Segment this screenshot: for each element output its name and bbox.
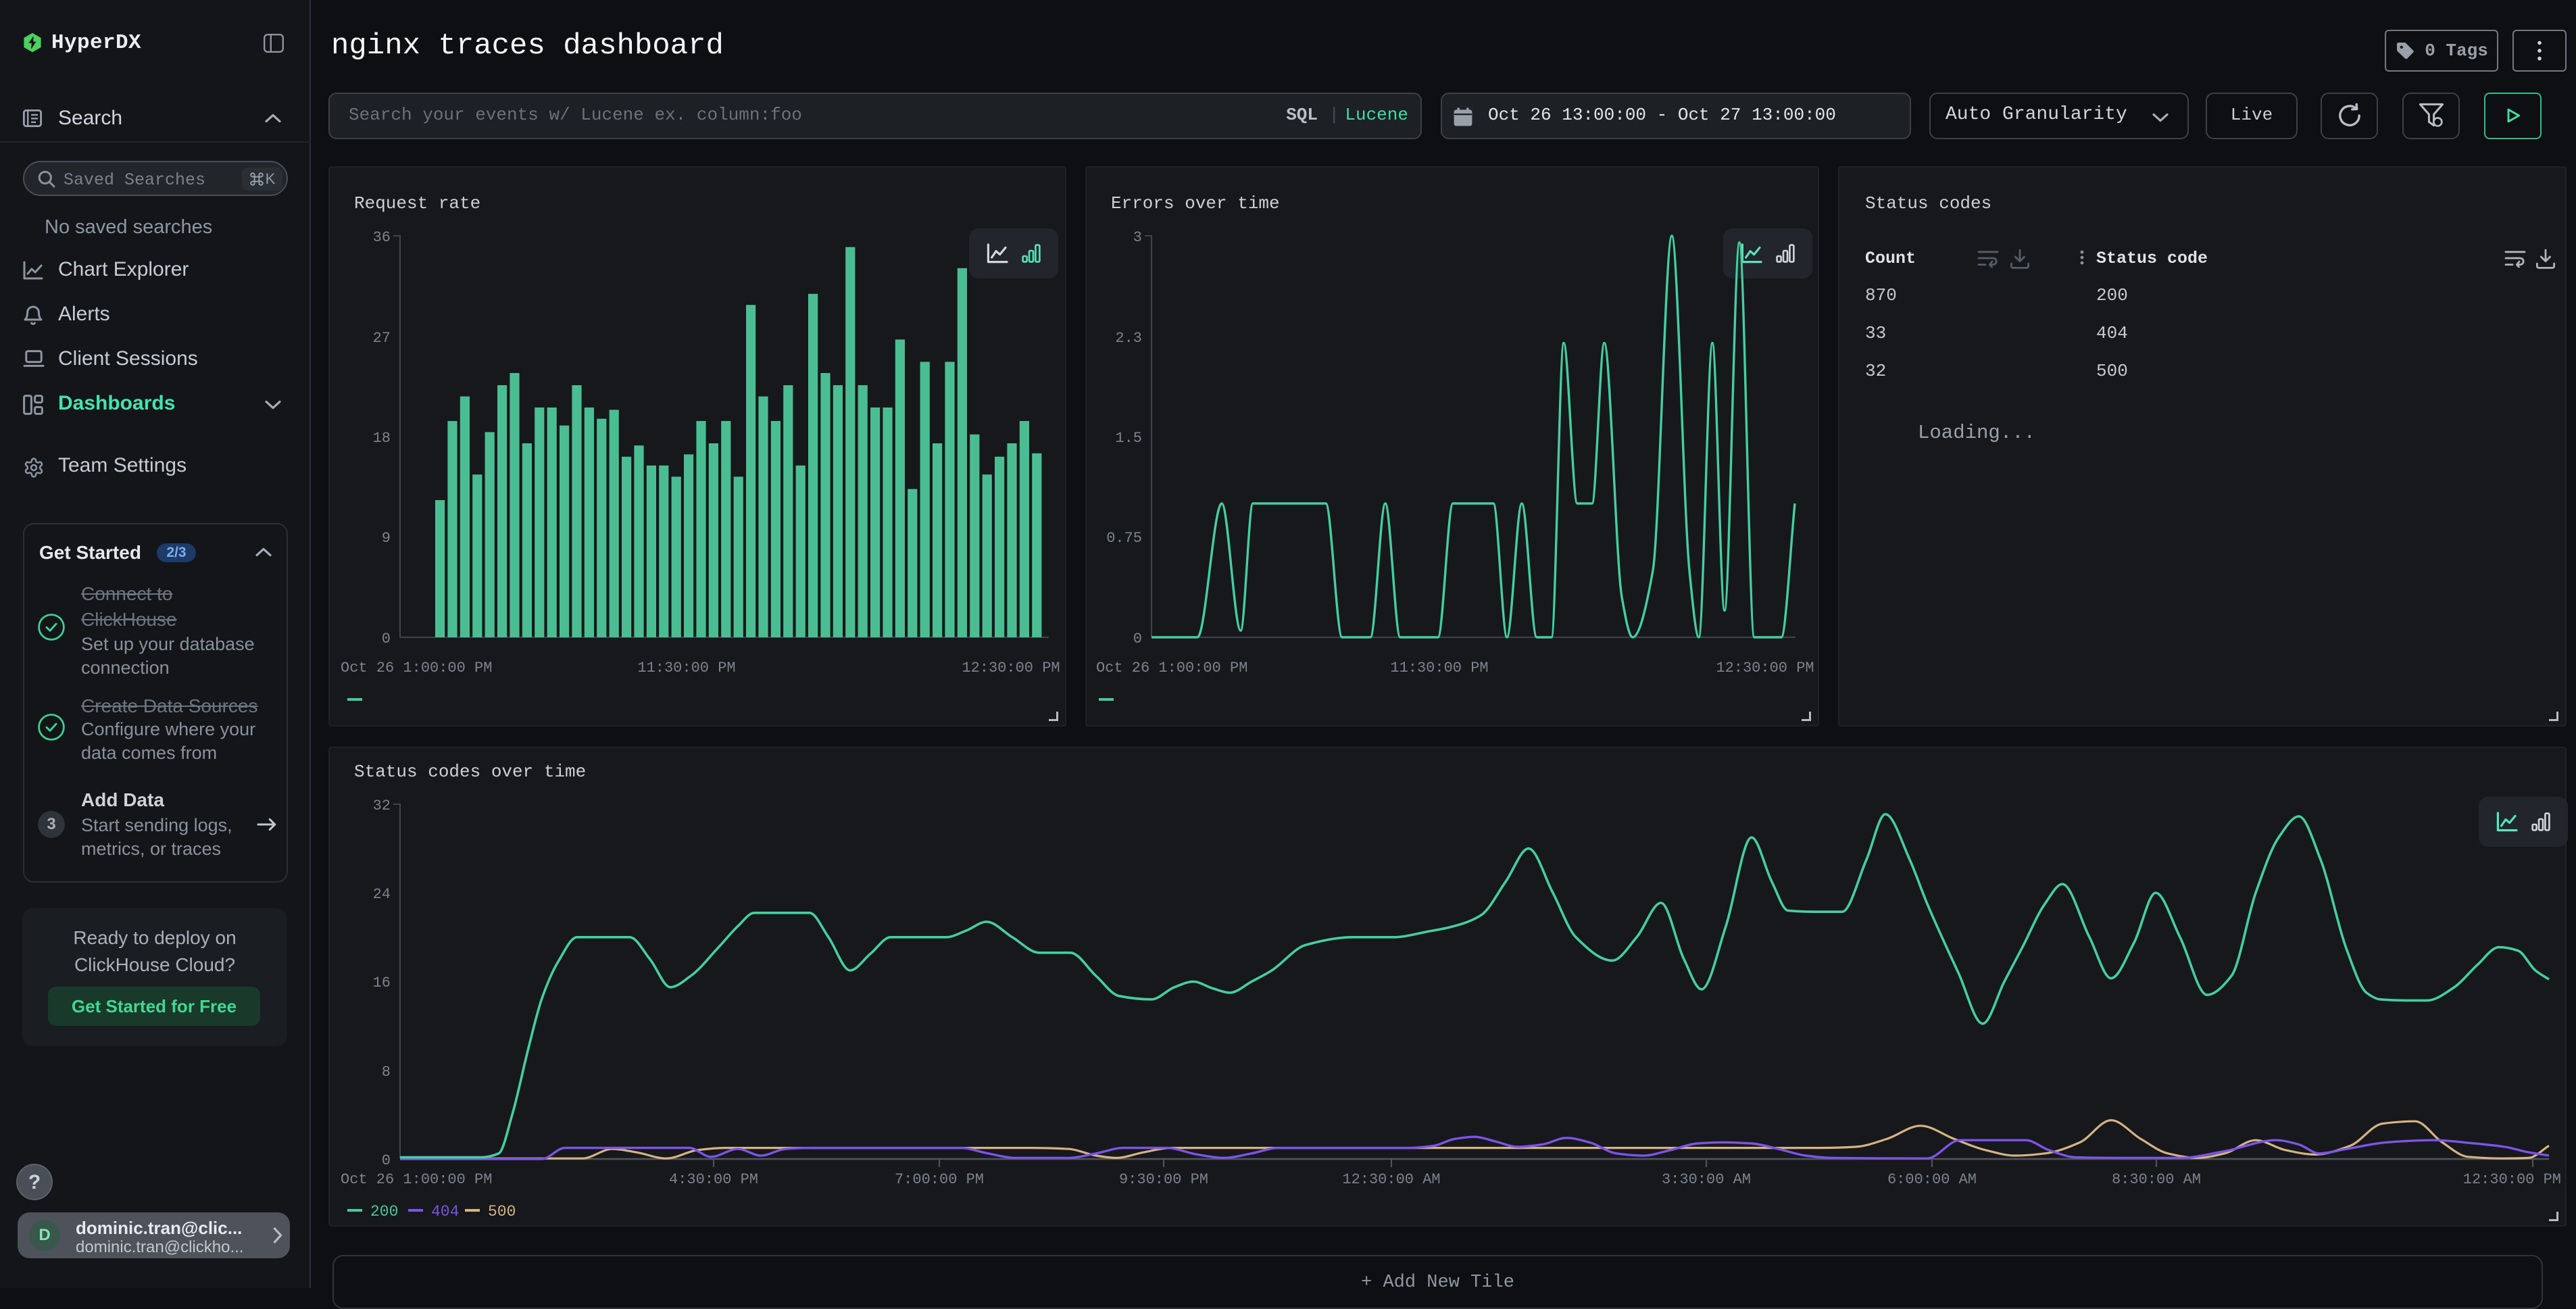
svg-text:12:30:00 PM: 12:30:00 PM — [1716, 660, 1814, 676]
svg-text:11:30:00 PM: 11:30:00 PM — [1390, 660, 1488, 676]
svg-text:6:00:00 AM: 6:00:00 AM — [1887, 1171, 1977, 1188]
svg-text:500: 500 — [488, 1203, 516, 1220]
svg-text:Oct 26 1:00:00 PM: Oct 26 1:00:00 PM — [341, 1171, 492, 1188]
svg-text:12:30:00 PM: 12:30:00 PM — [962, 660, 1060, 676]
svg-text:2.3: 2.3 — [1115, 330, 1142, 347]
svg-text:27: 27 — [373, 330, 391, 347]
svg-text:200: 200 — [370, 1203, 398, 1220]
svg-text:7:00:00 PM: 7:00:00 PM — [895, 1171, 984, 1188]
svg-text:4:30:00 PM: 4:30:00 PM — [669, 1171, 758, 1188]
svg-text:12:30:00 PM: 12:30:00 PM — [2463, 1171, 2561, 1188]
svg-text:12:30:00 AM: 12:30:00 AM — [1342, 1171, 1440, 1188]
svg-text:18: 18 — [373, 430, 391, 447]
svg-text:36: 36 — [373, 229, 391, 246]
svg-text:1.5: 1.5 — [1115, 430, 1142, 447]
svg-text:0: 0 — [382, 1152, 391, 1169]
svg-text:16: 16 — [373, 974, 391, 991]
svg-text:0: 0 — [382, 631, 391, 647]
svg-text:Oct 26 1:00:00 PM: Oct 26 1:00:00 PM — [1096, 660, 1247, 676]
svg-text:8: 8 — [382, 1064, 391, 1081]
svg-text:11:30:00 PM: 11:30:00 PM — [637, 660, 735, 676]
svg-text:0.75: 0.75 — [1106, 530, 1142, 547]
svg-text:0: 0 — [1133, 631, 1142, 647]
svg-text:24: 24 — [373, 886, 391, 903]
svg-text:32: 32 — [373, 797, 391, 814]
svg-text:9:30:00 PM: 9:30:00 PM — [1119, 1171, 1208, 1188]
svg-text:3: 3 — [1133, 229, 1142, 246]
svg-text:Oct 26 1:00:00 PM: Oct 26 1:00:00 PM — [341, 660, 492, 676]
svg-text:3:30:00 AM: 3:30:00 AM — [1662, 1171, 1751, 1188]
svg-text:404: 404 — [431, 1203, 459, 1220]
svg-text:9: 9 — [382, 530, 391, 547]
svg-text:8:30:00 AM: 8:30:00 AM — [2112, 1171, 2201, 1188]
